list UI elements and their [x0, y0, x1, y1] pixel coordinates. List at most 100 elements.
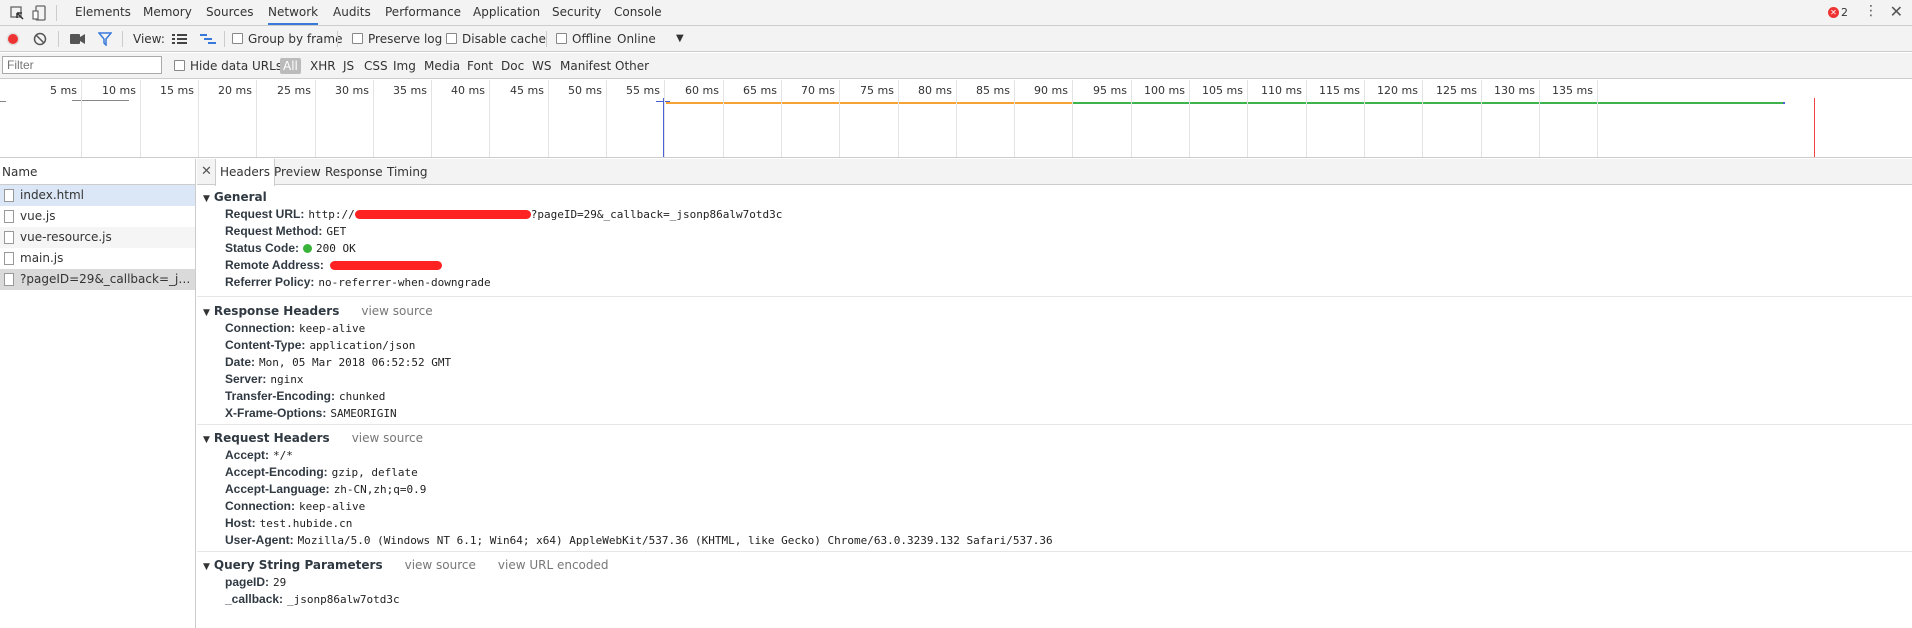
offline-checkbox[interactable]: Offline: [556, 26, 611, 52]
file-icon: [4, 273, 14, 286]
more-options-icon[interactable]: ⋮: [1864, 3, 1878, 19]
timeline-tick-label: 75 ms: [860, 84, 894, 97]
expand-triangle-icon[interactable]: ▼: [203, 308, 210, 318]
close-devtools-icon[interactable]: ✕: [1890, 2, 1903, 21]
checkbox-box[interactable]: [446, 33, 457, 44]
throttling-select[interactable]: Online: [617, 26, 656, 52]
large-rows-icon[interactable]: [172, 33, 187, 45]
request-row[interactable]: vue.js: [0, 206, 195, 227]
timeline-tick-label: 35 ms: [393, 84, 427, 97]
name-column-header[interactable]: Name: [0, 159, 195, 185]
checkbox-box[interactable]: [556, 33, 567, 44]
filter-type-xhr[interactable]: XHR: [310, 53, 336, 79]
expand-triangle-icon[interactable]: ▼: [203, 562, 210, 572]
timeline-tick-label: 20 ms: [218, 84, 252, 97]
tab-response[interactable]: Response: [321, 159, 387, 185]
request-row[interactable]: index.html: [0, 185, 195, 206]
tab-network[interactable]: Network: [268, 0, 319, 25]
header-value: keep-alive: [299, 500, 366, 513]
expand-triangle-icon[interactable]: ▼: [203, 194, 210, 204]
header-key: Content-Type:: [225, 338, 306, 352]
filter-input[interactable]: [2, 56, 162, 74]
tab-security[interactable]: Security: [552, 0, 601, 25]
capture-screenshots-icon[interactable]: [70, 33, 86, 45]
preserve-log-checkbox[interactable]: Preserve log: [352, 26, 442, 52]
clear-icon[interactable]: [33, 32, 47, 46]
document-file-icon: [4, 189, 14, 202]
param-row: pageID: 29: [197, 574, 1912, 591]
inspect-element-icon[interactable]: [9, 5, 25, 21]
tab-console[interactable]: Console: [614, 0, 662, 25]
close-detail-icon[interactable]: ✕: [201, 159, 212, 185]
header-row: Transfer-Encoding: chunked: [197, 388, 1912, 405]
response-headers-header[interactable]: ▼ Response Headers view source: [197, 302, 1912, 320]
request-row[interactable]: main.js: [0, 248, 195, 269]
timeline-tick-label: 30 ms: [335, 84, 369, 97]
request-row-selected[interactable]: ?pageID=29&_callback=_json...: [0, 269, 195, 290]
filter-type-media[interactable]: Media: [424, 53, 460, 79]
view-source-link[interactable]: view source: [361, 304, 432, 318]
request-detail-pane: ✕ Headers Preview Response Timing ▼ Gener…: [197, 159, 1912, 628]
request-row[interactable]: vue-resource.js: [0, 227, 195, 248]
tab-elements[interactable]: Elements: [75, 0, 131, 25]
header-value: 200 OK: [316, 242, 356, 255]
header-value: zh-CN,zh;q=0.9: [333, 483, 427, 496]
expand-triangle-icon[interactable]: ▼: [203, 435, 210, 445]
checkbox-box[interactable]: [174, 60, 185, 71]
show-overview-icon[interactable]: [200, 33, 216, 45]
filter-type-other[interactable]: Other: [615, 53, 649, 79]
toolbar-divider: [546, 31, 547, 47]
filter-icon[interactable]: [98, 32, 112, 46]
tab-performance[interactable]: Performance: [385, 0, 461, 25]
group-by-frame-checkbox[interactable]: Group by frame: [232, 26, 342, 52]
request-headers-header[interactable]: ▼ Request Headers view source: [197, 429, 1912, 447]
header-key: User-Agent:: [225, 533, 294, 547]
timeline-tick-label: 55 ms: [626, 84, 660, 97]
filter-type-img[interactable]: Img: [393, 53, 416, 79]
general-section-header[interactable]: ▼ General: [197, 188, 1912, 206]
device-toolbar-icon[interactable]: [32, 5, 48, 21]
header-value: chunked: [339, 390, 386, 403]
timeline-tick-label: 85 ms: [976, 84, 1010, 97]
network-overview-timeline[interactable]: 5 ms 10 ms 15 ms 20 ms 25 ms 30 ms 35 ms 40 ms 4…: [0, 80, 1912, 158]
disable-cache-checkbox[interactable]: Disable cache: [446, 26, 546, 52]
checkbox-box[interactable]: [352, 33, 363, 44]
tab-headers[interactable]: Headers: [215, 159, 275, 186]
filter-type-doc[interactable]: Doc: [501, 53, 524, 79]
error-count-badge[interactable]: ✕ 2: [1828, 6, 1848, 19]
chevron-down-icon[interactable]: ▼: [676, 26, 684, 52]
record-icon[interactable]: [6, 32, 20, 46]
tab-audits[interactable]: Audits: [333, 0, 371, 25]
toolbar-divider: [337, 31, 338, 47]
hide-data-urls-checkbox[interactable]: Hide data URLs: [174, 53, 282, 79]
header-value: Mozilla/5.0 (Windows NT 6.1; Win64; x64)…: [297, 534, 1053, 547]
view-source-link[interactable]: view source: [352, 431, 423, 445]
filter-type-all[interactable]: All: [280, 58, 301, 74]
tab-timing[interactable]: Timing: [383, 159, 432, 185]
param-row: _callback: _jsonp86alw7otd3c: [197, 591, 1912, 608]
timeline-gridline: [1597, 80, 1598, 157]
filter-type-manifest[interactable]: Manifest: [560, 53, 611, 79]
overview-left-handle[interactable]: [0, 101, 6, 102]
timeline-tick-label: 90 ms: [1034, 84, 1068, 97]
timeline-tick-label: 95 ms: [1093, 84, 1127, 97]
header-row: X-Frame-Options: SAMEORIGIN: [197, 405, 1912, 422]
tab-application[interactable]: Application: [473, 0, 540, 25]
tab-memory[interactable]: Memory: [143, 0, 192, 25]
query-params-header[interactable]: ▼ Query String Parameters view source view …: [197, 556, 1912, 574]
timeline-tick-label: 80 ms: [918, 84, 952, 97]
tab-sources[interactable]: Sources: [206, 0, 253, 25]
filter-type-font[interactable]: Font: [467, 53, 493, 79]
filter-type-js[interactable]: JS: [343, 53, 354, 79]
timeline-tick-label: 125 ms: [1436, 84, 1477, 97]
filter-type-css[interactable]: CSS: [364, 53, 388, 79]
tab-preview[interactable]: Preview: [270, 159, 325, 185]
timeline-tick-label: 15 ms: [160, 84, 194, 97]
view-url-encoded-link[interactable]: view URL encoded: [498, 558, 609, 572]
hide-data-urls-label: Hide data URLs: [190, 59, 283, 73]
header-row: Connection: keep-alive: [197, 498, 1912, 515]
filter-type-ws[interactable]: WS: [532, 53, 551, 79]
checkbox-box[interactable]: [232, 33, 243, 44]
view-source-link[interactable]: view source: [405, 558, 476, 572]
timeline-tick-label: 40 ms: [451, 84, 485, 97]
